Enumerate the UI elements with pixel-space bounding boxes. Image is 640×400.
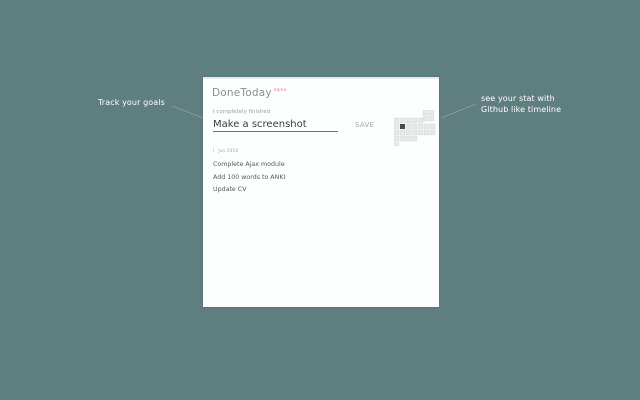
timeline-cell — [417, 117, 424, 124]
timeline-cell — [417, 129, 424, 136]
timeline-cell — [423, 129, 430, 136]
timeline-cell — [411, 123, 418, 130]
timeline-cell — [399, 117, 406, 124]
timeline-cell — [399, 129, 406, 136]
timeline-cell — [394, 117, 400, 124]
timeline-cell-active — [400, 124, 405, 129]
timeline-cell — [394, 129, 400, 136]
timeline-cell — [428, 110, 435, 116]
timeline-cell — [422, 110, 429, 116]
task-input[interactable] — [213, 118, 338, 132]
task-item: Complete Ajax module — [213, 161, 285, 168]
timeline-cell — [411, 135, 418, 142]
timeline-cell — [429, 129, 436, 136]
timeline-cell — [423, 123, 430, 130]
connector-right — [440, 103, 477, 119]
task-item: Add 100 words to ANKI — [213, 173, 286, 181]
timeline-cell — [394, 135, 400, 142]
connector-left — [171, 105, 204, 119]
timeline-cell — [428, 115, 435, 122]
timeline-cell — [405, 129, 412, 136]
timeline-cell — [411, 129, 418, 136]
timeline-cell — [399, 135, 406, 142]
app-header: DoneToday alpha — [212, 87, 286, 99]
annotation-track-goals-text: Track your goals — [98, 98, 165, 107]
annotation-timeline: see your stat with Github like timeline — [481, 93, 561, 115]
date-header-date: Jun 2016 — [218, 149, 239, 154]
timeline-cell — [417, 123, 424, 130]
annotation-track-goals: Track your goals — [98, 97, 165, 108]
timeline-cell — [411, 117, 418, 124]
timeline-cell — [394, 123, 400, 130]
annotation-timeline-line-1: see your stat with — [481, 94, 555, 103]
app-title: DoneToday — [212, 87, 272, 99]
timeline-cell — [405, 117, 412, 124]
alpha-badge: alpha — [273, 88, 287, 93]
task-item: Update CV — [213, 186, 247, 193]
date-header: I Jun 2016 — [213, 149, 238, 154]
save-button[interactable]: SAVE — [355, 121, 374, 129]
activity-timeline — [394, 110, 436, 146]
timeline-cell — [429, 123, 436, 130]
timeline-cell — [405, 123, 412, 130]
timeline-cell — [394, 141, 400, 146]
donetoday-popup: DoneToday alpha I completely finished SA… — [203, 77, 439, 307]
timeline-cell — [422, 115, 429, 122]
annotation-timeline-line-2: Github like timeline — [481, 105, 562, 114]
task-input-label: I completely finished — [213, 109, 271, 115]
date-header-prefix: I — [213, 149, 215, 154]
timeline-cell — [405, 135, 412, 142]
finished-task-list: Complete Ajax module Add 100 words to AN… — [213, 159, 285, 197]
